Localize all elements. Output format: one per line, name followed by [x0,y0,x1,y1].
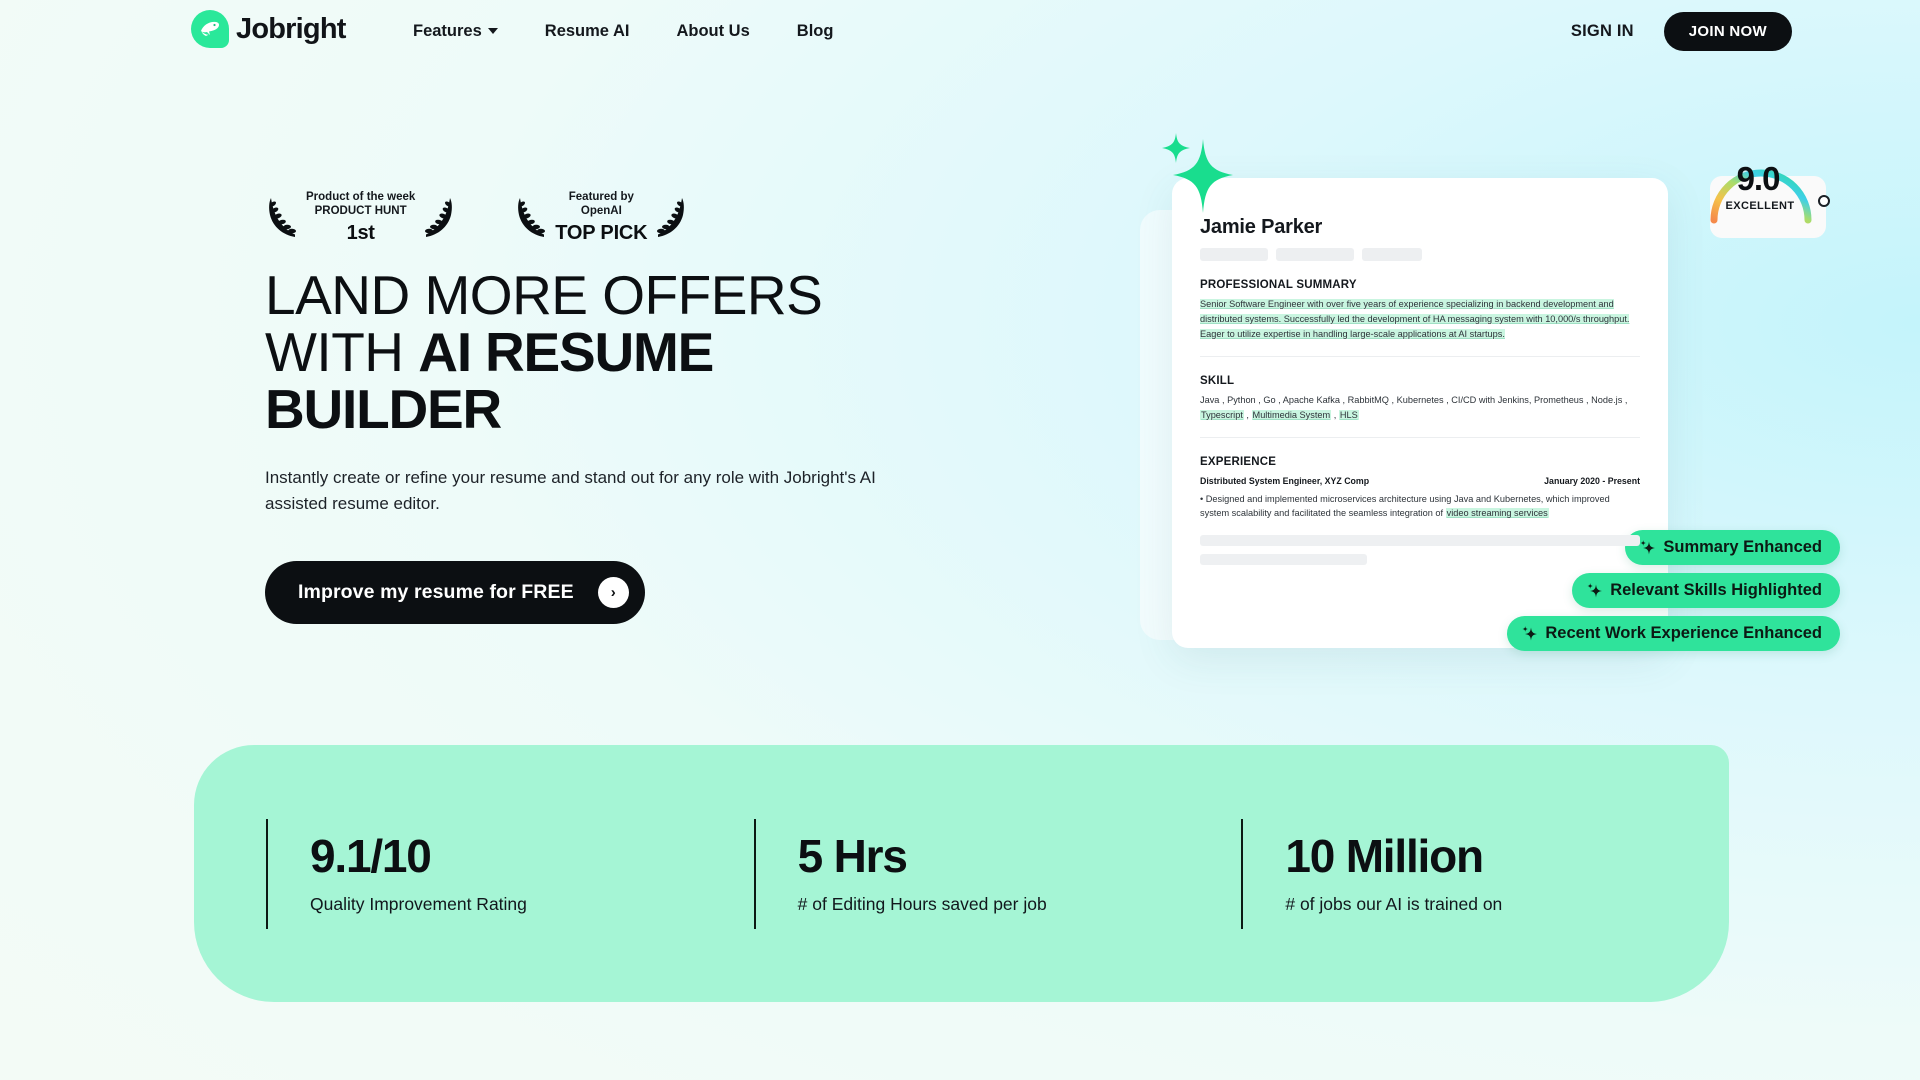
sparkle-icon [1522,626,1538,641]
ghost-line [1200,535,1640,547]
award-product-hunt: Product of the week PRODUCT HUNT 1st [265,190,456,243]
resume-skill-text: Java , Python , Go , Apache Kafka , Rabb… [1200,394,1628,420]
divider [1200,355,1640,357]
placeholder-chip [1200,248,1268,261]
stat-label: Quality Improvement Rating [310,893,527,914]
brand-logo[interactable]: Jobright [191,10,346,48]
resume-content: Jamie Parker PROFESSIONAL SUMMARY Senior… [1172,178,1668,566]
stat-label: # of Editing Hours saved per job [797,893,1047,914]
skill-highlight-typescript: Typescript [1200,409,1244,420]
ghost-line [1200,554,1368,566]
chevron-down-icon [487,28,498,34]
stat-value: 10 Million [1285,829,1484,882]
nav-actions: SIGN IN JOIN NOW [1571,0,1792,62]
landing-page: Jobright Features Resume AI About Us Blo… [0,0,1920,1080]
award-line2: OpenAI [580,205,622,218]
award-openai-text: Featured by OpenAI TOP PICK [551,190,651,243]
nav-item-about-us[interactable]: About Us [676,22,749,41]
placeholder-chip [1362,248,1422,261]
nav-item-features-label: Features [413,21,482,40]
badge-label: Relevant Skills Highlighted [1610,581,1822,599]
score-label: EXCELLENT [1725,200,1795,212]
improve-resume-button[interactable]: Improve my resume for FREE › [265,561,645,625]
resume-experience-heading: EXPERIENCE [1200,455,1277,468]
placeholder-chip [1276,248,1354,261]
nav-links: Features Resume AI About Us Blog [413,0,833,62]
nav-item-blog[interactable]: Blog [797,22,834,41]
resume-experience-bullet: • Designed and implemented microservices… [1200,492,1640,522]
bird-logo-icon [191,10,229,48]
resume-skill-heading: SKILL [1200,374,1235,387]
skill-highlight-hls: HLS [1338,409,1359,420]
resume-summary-section: PROFESSIONAL SUMMARY Senior Software Eng… [1200,279,1640,342]
nav-item-features[interactable]: Features [413,22,498,41]
bullet-highlight: video streaming services [1445,508,1549,519]
top-navigation-bar: Jobright Features Resume AI About Us Blo… [0,0,1920,62]
sign-in-link[interactable]: SIGN IN [1571,22,1634,41]
laurel-right-icon [425,197,453,237]
award-product-hunt-text: Product of the week PRODUCT HUNT 1st [302,190,419,243]
badge-label: Recent Work Experience Enhanced [1545,624,1822,642]
resume-experience-role-row: Distributed System Engineer, XYZ Comp Ja… [1200,476,1640,486]
stat-value: 9.1/10 [310,829,432,882]
resume-experience-dates: January 2020 - Present [1544,475,1640,486]
award-badges: Product of the week PRODUCT HUNT 1st Fea… [265,190,925,243]
hero-left-column: Product of the week PRODUCT HUNT 1st Fea… [265,190,925,625]
resume-preview-mock: Jamie Parker PROFESSIONAL SUMMARY Senior… [1140,130,1840,690]
laurel-right-icon [657,197,685,237]
award-rank: TOP PICK [555,222,648,245]
improve-resume-button-label: Improve my resume for FREE [298,581,574,604]
skills-plain: Java , Python , Go , Apache Kafka , Rabb… [1200,394,1628,405]
resume-experience-section: EXPERIENCE Distributed System Engineer, … [1200,456,1640,522]
award-line1: Product of the week [306,191,416,203]
award-openai: Featured by OpenAI TOP PICK [514,190,688,243]
award-rank: 1st [346,222,375,245]
award-line2: PRODUCT HUNT [314,205,407,218]
resume-candidate-name: Jamie Parker [1200,216,1323,238]
resume-experience-role: Distributed System Engineer, XYZ Comp [1200,475,1370,486]
stat-jobs-trained: 10 Million # of jobs our AI is trained o… [1241,818,1729,929]
resume-skill-section: SKILL Java , Python , Go , Apache Kafka … [1200,375,1640,423]
page-title: LAND MORE OFFERS WITH AI RESUME BUILDER [265,266,925,439]
brand-name: Jobright [236,12,346,45]
nav-item-resume-ai[interactable]: Resume AI [545,22,630,41]
hero-subcopy: Instantly create or refine your resume a… [265,467,876,513]
sparkle-decoration-icon [1162,133,1233,213]
skill-highlight-multimedia: Multimedia System [1251,409,1332,420]
score-indicator-dot [1818,195,1830,207]
arrow-right-icon: › [597,577,629,609]
resume-summary-text: Senior Software Engineer with over five … [1200,297,1640,342]
resume-score-gauge: 9.0 EXCELLENT [1702,148,1832,244]
join-now-button[interactable]: JOIN NOW [1663,11,1792,51]
stat-editing-hours: 5 Hrs # of Editing Hours saved per job [753,818,1242,929]
stat-value: 5 Hrs [797,829,908,882]
score-value: 9.0 [1736,160,1781,197]
badge-recent-work-experience: Recent Work Experience Enhanced [1507,616,1840,651]
divider [1200,436,1640,438]
stat-label: # of jobs our AI is trained on [1285,893,1503,914]
badge-label: Summary Enhanced [1663,538,1822,556]
award-line1: Featured by [568,191,634,203]
resume-contact-placeholders [1200,248,1640,261]
stat-quality-rating: 9.1/10 Quality Improvement Rating [266,818,754,929]
badge-relevant-skills: Relevant Skills Highlighted [1572,573,1840,608]
stats-band: 9.1/10 Quality Improvement Rating 5 Hrs … [194,745,1729,1002]
resume-ghost-lines [1200,535,1640,566]
resume-summary-heading: PROFESSIONAL SUMMARY [1200,279,1357,291]
laurel-left-icon [518,197,546,237]
resume-summary-highlight: Senior Software Engineer with over five … [1200,299,1630,339]
laurel-left-icon [269,197,296,237]
sparkle-icon [1587,583,1603,598]
